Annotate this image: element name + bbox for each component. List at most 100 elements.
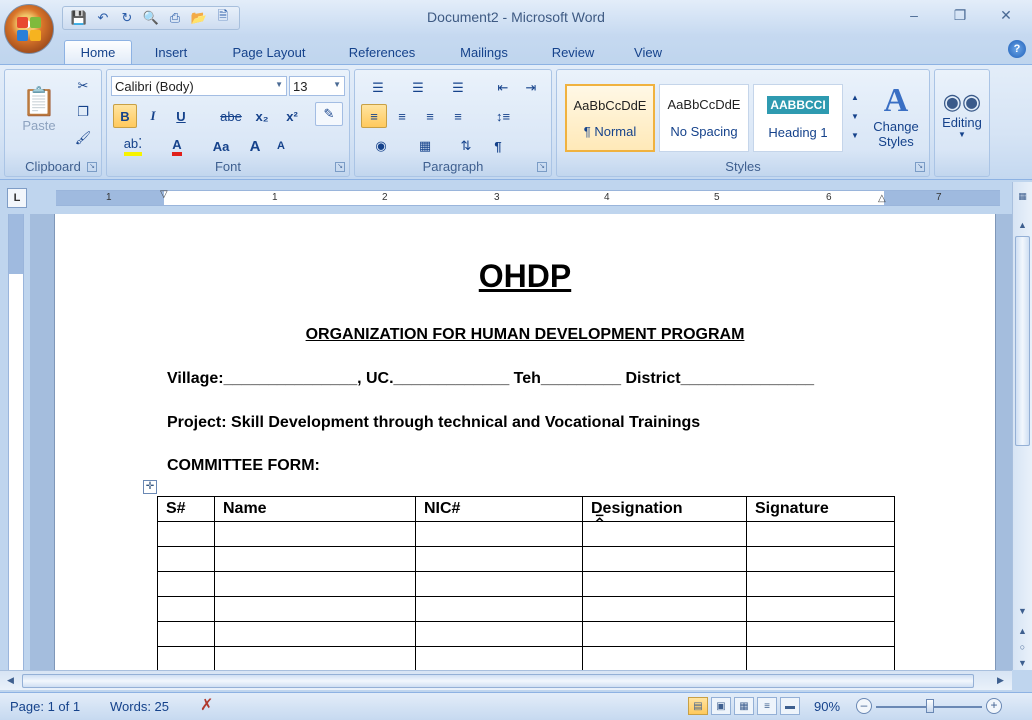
table-cell[interactable] bbox=[214, 546, 416, 572]
word-count[interactable]: Words: 25 bbox=[110, 699, 169, 714]
header-designation[interactable]: Designation bbox=[582, 496, 747, 522]
table-cell[interactable] bbox=[157, 621, 215, 647]
grow-font-button[interactable]: A bbox=[243, 134, 267, 158]
print-layout-view-icon[interactable]: ▤ bbox=[688, 697, 708, 715]
show-marks-button[interactable]: ¶ bbox=[485, 134, 511, 158]
format-painter-icon[interactable]: 🖌 bbox=[71, 126, 95, 150]
table-cell[interactable] bbox=[157, 646, 215, 670]
table-cell[interactable] bbox=[214, 521, 416, 547]
full-screen-reading-view-icon[interactable]: ▣ bbox=[711, 697, 731, 715]
style-heading-1[interactable]: AABBCCI Heading 1 bbox=[753, 84, 843, 152]
table-cell[interactable] bbox=[746, 521, 895, 547]
style-normal[interactable]: AaBbCcDdE ¶ Normal bbox=[565, 84, 655, 152]
proofing-icon[interactable]: ✗ bbox=[200, 695, 213, 715]
cut-icon[interactable]: ✂ bbox=[71, 74, 95, 98]
paragraph-launcher-icon[interactable]: ↘ bbox=[537, 162, 547, 172]
web-layout-view-icon[interactable]: ▦ bbox=[734, 697, 754, 715]
editing-button[interactable]: ◉◉ Editing ▼ bbox=[937, 74, 987, 154]
vertical-scroll-thumb[interactable] bbox=[1015, 236, 1030, 446]
previous-page-icon[interactable]: ▲ bbox=[1014, 622, 1031, 639]
table-cell[interactable] bbox=[157, 571, 215, 597]
table-cell[interactable] bbox=[214, 571, 416, 597]
zoom-in-icon[interactable]: + bbox=[986, 698, 1002, 714]
header-name[interactable]: Name bbox=[214, 496, 416, 522]
align-right-icon[interactable]: ≡ bbox=[417, 104, 443, 128]
multilevel-list-icon[interactable]: ☰ bbox=[441, 76, 475, 100]
numbering-icon[interactable]: ☰ bbox=[401, 76, 435, 100]
close-icon[interactable]: ✕ bbox=[984, 4, 1028, 26]
table-cell[interactable] bbox=[415, 596, 583, 622]
table-cell[interactable] bbox=[746, 571, 895, 597]
font-launcher-icon[interactable]: ↘ bbox=[335, 162, 345, 172]
committee-table[interactable]: S# Name NIC# Designation Signature bbox=[157, 496, 895, 670]
font-color-button[interactable]: A bbox=[157, 134, 197, 158]
clipboard-launcher-icon[interactable]: ↘ bbox=[87, 162, 97, 172]
table-cell[interactable] bbox=[214, 596, 416, 622]
table-cell[interactable] bbox=[415, 571, 583, 597]
tab-home[interactable]: Home bbox=[64, 40, 132, 64]
vertical-ruler[interactable] bbox=[8, 214, 24, 670]
table-cell[interactable] bbox=[157, 546, 215, 572]
next-page-icon[interactable]: ▼ bbox=[1014, 654, 1031, 671]
table-cell[interactable] bbox=[582, 646, 747, 670]
table-cell[interactable] bbox=[582, 571, 747, 597]
scroll-up-icon[interactable]: ▲ bbox=[1014, 216, 1031, 233]
italic-button[interactable]: I bbox=[141, 104, 165, 128]
right-indent-marker-icon[interactable]: △ bbox=[878, 193, 886, 204]
table-cell[interactable] bbox=[415, 521, 583, 547]
table-cell[interactable] bbox=[746, 546, 895, 572]
header-nic[interactable]: NIC# bbox=[415, 496, 583, 522]
superscript-button[interactable]: x² bbox=[279, 104, 305, 128]
zoom-level[interactable]: 90% bbox=[814, 699, 840, 714]
table-cell[interactable] bbox=[415, 646, 583, 670]
font-name-combo[interactable]: Calibri (Body) ▼ bbox=[111, 76, 287, 96]
table-cell[interactable] bbox=[582, 621, 747, 647]
outline-view-icon[interactable]: ≡ bbox=[757, 697, 777, 715]
header-signature[interactable]: Signature bbox=[746, 496, 895, 522]
project-line[interactable]: Project: Skill Development through techn… bbox=[167, 414, 700, 432]
horizontal-ruler[interactable]: 1 1 2 3 4 5 6 7 ▽ △ bbox=[56, 189, 1000, 206]
office-button[interactable] bbox=[4, 4, 54, 54]
bullets-icon[interactable]: ☰ bbox=[361, 76, 395, 100]
document-area[interactable]: OHDP ORGANIZATION FOR HUMAN DEVELOPMENT … bbox=[30, 214, 1012, 670]
style-no-spacing[interactable]: AaBbCcDdE No Spacing bbox=[659, 84, 749, 152]
village-line[interactable]: Village:_______________, UC.____________… bbox=[167, 370, 814, 388]
copy-icon[interactable]: ❐ bbox=[71, 100, 95, 124]
table-cell[interactable] bbox=[746, 646, 895, 670]
borders-icon[interactable]: ▦ bbox=[405, 134, 445, 158]
tab-view[interactable]: View bbox=[620, 40, 676, 64]
tab-review[interactable]: Review bbox=[538, 40, 608, 64]
horizontal-scroll-thumb[interactable] bbox=[22, 674, 974, 688]
increase-indent-icon[interactable]: ⇥ bbox=[519, 76, 543, 100]
shading-icon[interactable]: ◉ bbox=[361, 134, 401, 158]
table-cell[interactable] bbox=[582, 546, 747, 572]
table-cell[interactable] bbox=[214, 646, 416, 670]
vertical-scrollbar[interactable]: ▦ ▲ ▼ ▲ ○ ▼ bbox=[1012, 182, 1032, 670]
subscript-button[interactable]: x₂ bbox=[249, 104, 275, 128]
tab-references[interactable]: References bbox=[334, 40, 430, 64]
tab-mailings[interactable]: Mailings bbox=[444, 40, 524, 64]
draft-view-icon[interactable]: ▬ bbox=[780, 697, 800, 715]
styles-launcher-icon[interactable]: ↘ bbox=[915, 162, 925, 172]
scroll-right-icon[interactable]: ▶ bbox=[992, 672, 1009, 689]
table-cell[interactable] bbox=[157, 521, 215, 547]
justify-icon[interactable]: ≡ bbox=[445, 104, 471, 128]
table-cell[interactable] bbox=[746, 621, 895, 647]
highlight-color-button[interactable]: ab⁚ bbox=[113, 134, 153, 158]
change-styles-button[interactable]: A Change Styles bbox=[867, 76, 925, 156]
line-spacing-icon[interactable]: ↕≡ bbox=[485, 104, 521, 128]
table-cell[interactable] bbox=[746, 596, 895, 622]
paste-button[interactable]: 📋 Paste bbox=[9, 74, 69, 144]
tab-page-layout[interactable]: Page Layout bbox=[218, 40, 320, 64]
table-cell[interactable] bbox=[415, 546, 583, 572]
table-move-handle-icon[interactable]: ✛ bbox=[143, 480, 157, 494]
view-ruler-icon[interactable]: ▦ bbox=[1014, 188, 1031, 205]
document-title[interactable]: OHDP bbox=[55, 258, 995, 295]
bold-button[interactable]: B bbox=[113, 104, 137, 128]
scroll-left-icon[interactable]: ◀ bbox=[2, 672, 19, 689]
zoom-out-icon[interactable]: – bbox=[856, 698, 872, 714]
select-browse-object-icon[interactable]: ○ bbox=[1014, 638, 1031, 655]
table-cell[interactable] bbox=[582, 596, 747, 622]
zoom-slider-thumb[interactable] bbox=[926, 699, 934, 713]
table-cell[interactable] bbox=[582, 521, 747, 547]
